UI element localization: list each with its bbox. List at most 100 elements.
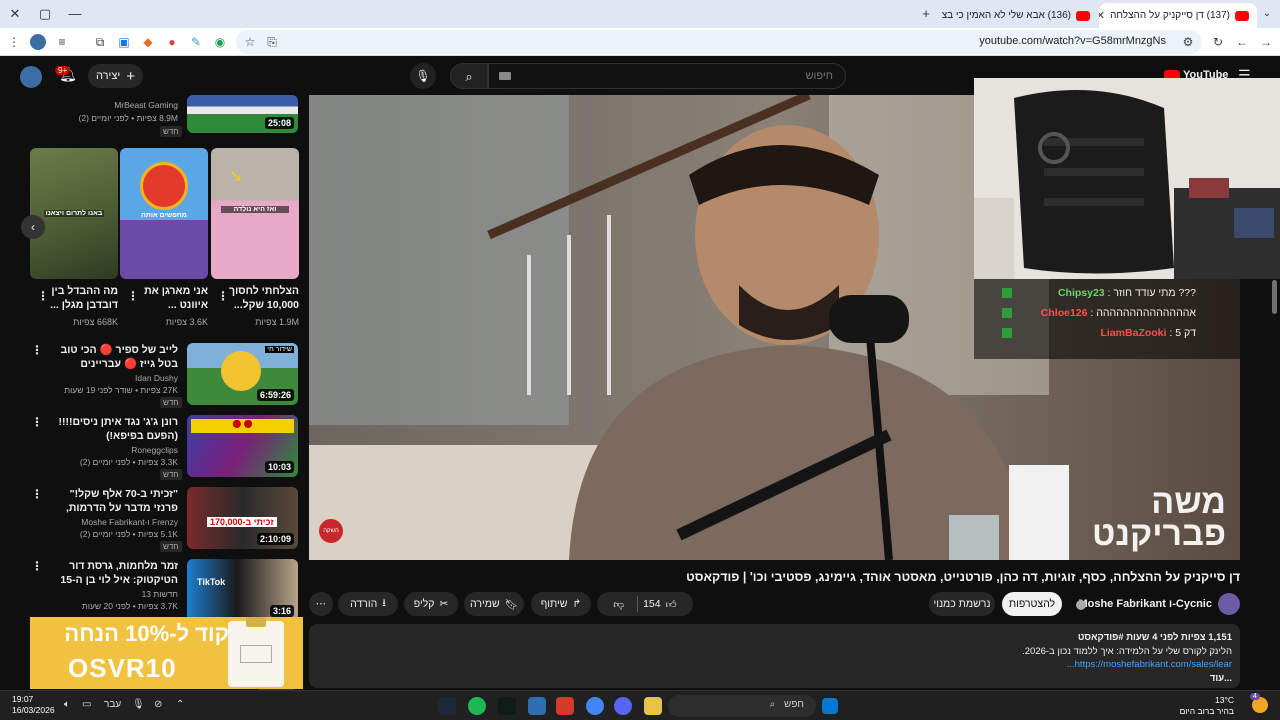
search-icon[interactable]: ⌕ bbox=[450, 63, 488, 89]
channel-name[interactable]: Frenzy ו-Moshe Fabrikant bbox=[81, 516, 178, 528]
wifi-off-icon[interactable]: ⊘ bbox=[154, 699, 162, 710]
channel-name[interactable]: Roneggclips bbox=[131, 444, 178, 456]
profile-icon[interactable] bbox=[30, 34, 46, 50]
voice-search-mic-icon[interactable]: 🎙︎ bbox=[410, 63, 436, 89]
perfume-bottle-image bbox=[228, 617, 284, 687]
more-actions-icon[interactable]: ⋮ bbox=[127, 289, 139, 303]
tab-active[interactable]: (137) דן סייקניק על ההצלחה ✕ bbox=[1099, 3, 1257, 28]
site-settings-icon[interactable]: ⚙ bbox=[1180, 34, 1196, 50]
weather-widget[interactable]: 13°C בהיר ברוב היום bbox=[1180, 695, 1234, 717]
extensions-icon[interactable]: ⧉ bbox=[92, 34, 108, 50]
dislike-icon[interactable]: 👎︎ bbox=[613, 598, 624, 611]
file-explorer-icon[interactable] bbox=[644, 697, 662, 715]
input-language[interactable]: עבר bbox=[104, 699, 121, 710]
search-input[interactable] bbox=[489, 64, 845, 88]
microphone-icon[interactable]: 🎙︎ bbox=[132, 699, 145, 710]
page-scrollbar[interactable] bbox=[1272, 280, 1277, 314]
more-actions-icon[interactable]: ⋮ bbox=[217, 289, 229, 303]
extension-red-icon[interactable]: ● bbox=[164, 34, 180, 50]
video-title[interactable]: זמר מלחמות, גרסת דור הטיקטוק: איל לוי בן… bbox=[50, 559, 178, 587]
share-button[interactable]: שיתוף ↱ bbox=[531, 592, 591, 616]
channel-name[interactable]: Idan Dushy bbox=[135, 372, 178, 384]
network-icon[interactable]: ▭ bbox=[82, 699, 91, 710]
short-views: 1.9M צפיות bbox=[255, 317, 299, 327]
more-actions-icon[interactable]: ⋮ bbox=[31, 559, 43, 573]
channel-name-main[interactable]: Moshe Fabrikant ו-Cycnic bbox=[1078, 598, 1212, 610]
short-thumbnail[interactable]: ואז היא נולדה ↘ bbox=[211, 148, 299, 279]
account-avatar[interactable] bbox=[20, 66, 42, 88]
tab-inactive[interactable]: (136) אבא שלי לא האמין כי בצ ✕ bbox=[940, 3, 1098, 28]
taskbar-search-box[interactable]: חפש ⌕ bbox=[668, 695, 816, 717]
app-red-icon[interactable] bbox=[556, 697, 574, 715]
description-link[interactable]: https://moshefabrikant.com/sales/lear... bbox=[1067, 659, 1232, 670]
short-thumbnail[interactable]: באנו לתרום ויצאנו bbox=[30, 148, 118, 279]
tab-close-icon[interactable]: ✕ bbox=[1099, 9, 1105, 22]
download-button[interactable]: הורדה ⭳ bbox=[338, 592, 398, 616]
chat-username[interactable]: LiamBaZooki bbox=[1101, 327, 1167, 339]
channel-name[interactable]: MrBeast Gaming bbox=[114, 99, 178, 111]
video-thumbnail[interactable]: שידור חי 6:59:26 bbox=[187, 343, 298, 405]
tab-groups-icon[interactable]: ≡ bbox=[54, 34, 70, 50]
chat-message: דק 5 : LiamBaZooki bbox=[1100, 327, 1196, 339]
taskbar-clock[interactable]: 19:07 16/03/2026 bbox=[12, 694, 55, 716]
video-thumbnail[interactable]: ⬤ ⬤ 10:03 bbox=[187, 415, 298, 477]
clip-button[interactable]: קליפ ✂ bbox=[404, 592, 458, 616]
related-videos-sidebar: 25:08 MrBeast Gaming 8.9M צפיות • לפני י… bbox=[0, 95, 308, 690]
chat-username[interactable]: Chipsy23 bbox=[1058, 287, 1105, 299]
back-arrow-icon[interactable]: ← bbox=[1234, 34, 1250, 50]
steam-app-icon[interactable] bbox=[438, 697, 456, 715]
install-app-icon[interactable]: ⎘ bbox=[264, 34, 280, 50]
video-thumbnail[interactable]: TikTok 3:16 bbox=[187, 559, 298, 621]
video-title[interactable]: "זכיתי ב-70 אלף שקל!" פרנזי מדבר על הדרמ… bbox=[50, 487, 178, 515]
extension-teal-icon[interactable]: ✎ bbox=[188, 34, 204, 50]
extension-orange-icon[interactable]: ◆ bbox=[140, 34, 156, 50]
search-input-wrapper bbox=[488, 63, 846, 89]
bookmark-star-icon[interactable]: ☆ bbox=[242, 34, 258, 50]
save-button[interactable]: שמירה 🔖︎ bbox=[464, 592, 524, 616]
more-actions-icon[interactable]: ⋯ bbox=[309, 592, 333, 616]
like-icon[interactable]: 👍︎ bbox=[666, 598, 677, 611]
terminal-app-icon[interactable] bbox=[498, 697, 516, 715]
windows-start-icon[interactable] bbox=[822, 698, 838, 714]
channel-name[interactable]: חדשות 13 bbox=[142, 588, 178, 600]
more-actions-icon[interactable]: ⋮ bbox=[31, 487, 43, 501]
short-thumbnail[interactable]: מחפשים אותה bbox=[120, 148, 208, 279]
join-button[interactable]: להצטרפות bbox=[1002, 592, 1062, 616]
more-actions-icon[interactable]: ⋮ bbox=[31, 343, 43, 357]
create-button[interactable]: יצירה + bbox=[88, 64, 143, 88]
show-more-link[interactable]: ...עוד bbox=[1210, 673, 1232, 684]
reload-icon[interactable]: ↻ bbox=[1210, 34, 1226, 50]
video-thumbnail[interactable]: 25:08 bbox=[187, 95, 298, 133]
forward-arrow-icon[interactable]: → bbox=[1258, 34, 1274, 50]
tab-search-chevron-icon[interactable]: ⌄ bbox=[1258, 5, 1276, 23]
video-meta: 27K צפיות • שודר לפני 19 שעות bbox=[64, 385, 178, 395]
screenshot-extension-icon[interactable]: ▣ bbox=[116, 34, 132, 50]
minimize-window-icon[interactable]: — bbox=[66, 5, 84, 23]
plus-icon: + bbox=[126, 67, 135, 85]
new-tab-icon[interactable]: + bbox=[917, 5, 935, 23]
url-text[interactable]: youtube.com/watch?v=G58mrMnzgNs bbox=[979, 35, 1166, 47]
chrome-app-icon[interactable] bbox=[586, 697, 604, 715]
maximize-window-icon[interactable]: ▢ bbox=[36, 5, 54, 23]
description-box[interactable]: 1,151 צפיות לפני 4 שעות #פודקאסט הלינק ל… bbox=[309, 624, 1240, 688]
browser-menu-icon[interactable]: ⋮ bbox=[6, 34, 22, 50]
apps-grid-icon[interactable] bbox=[528, 697, 546, 715]
address-bar[interactable]: ☆ ⎘ youtube.com/watch?v=G58mrMnzgNs ⚙ bbox=[236, 30, 1202, 54]
show-hidden-icons-chevron[interactable]: ⌃ bbox=[176, 699, 184, 710]
subscribed-button[interactable]: נרשמת כמנוי bbox=[929, 592, 995, 616]
channel-avatar[interactable] bbox=[1218, 593, 1240, 615]
shelf-previous-chevron-icon[interactable]: ‹ bbox=[21, 215, 45, 239]
promo-ad-banner[interactable]: קוד ל-10% הנחה OSVR10 bbox=[30, 617, 303, 689]
keyboard-icon[interactable] bbox=[499, 72, 511, 80]
video-title[interactable]: רונן ג'ג' נגד איתן ניסים!!!! (הפעם בפיפא… bbox=[50, 415, 178, 443]
spotify-app-icon[interactable] bbox=[468, 697, 486, 715]
video-thumbnail[interactable]: זכיתי ב-170,000 2:10:09 bbox=[187, 487, 298, 549]
more-actions-icon[interactable]: ⋮ bbox=[31, 415, 43, 429]
close-window-icon[interactable]: ✕ bbox=[6, 5, 24, 23]
volume-icon[interactable]: 🔈︎ bbox=[64, 699, 70, 710]
chat-username[interactable]: Chloe126 bbox=[1041, 307, 1088, 319]
video-title[interactable]: לייב של ספיר 🔴 הכי טוב בטל גייז 🔴 עבריינ… bbox=[50, 343, 178, 371]
discord-app-icon[interactable] bbox=[614, 697, 632, 715]
more-actions-icon[interactable]: ⋮ bbox=[37, 289, 49, 303]
extension-green-icon[interactable]: ◉ bbox=[212, 34, 228, 50]
